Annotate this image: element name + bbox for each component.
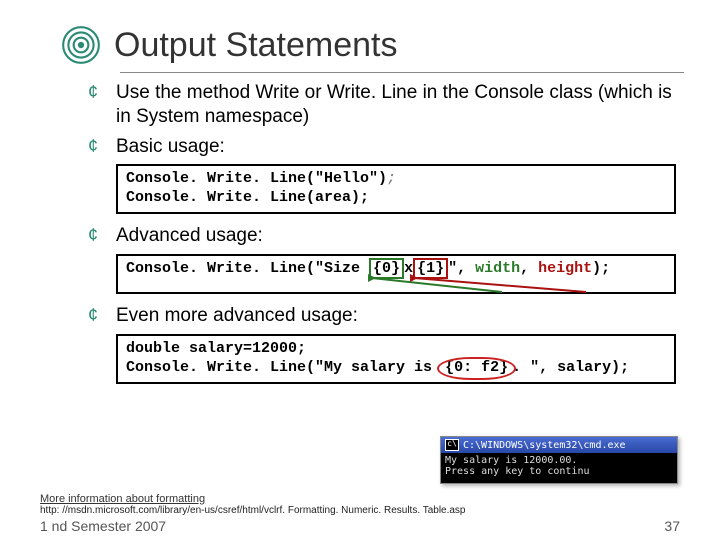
cmd-title: C:\WINDOWS\system32\cmd.exe xyxy=(463,440,626,451)
code-text: Console. Write. Line( xyxy=(126,260,315,277)
bullet-3: Advanced usage: xyxy=(88,224,684,248)
arg-width: width xyxy=(475,260,520,277)
code-text: " xyxy=(448,260,457,277)
slide: Output Statements Use the method Write o… xyxy=(0,0,720,540)
cmd-output: My salary is 12000.00. Press any key to … xyxy=(441,453,677,483)
title-row: Output Statements xyxy=(60,24,684,66)
swirl-icon xyxy=(60,24,102,66)
more-info-url: http: //msdn.microsoft.com/library/en-us… xyxy=(40,505,680,516)
bullet-list: Advanced usage: xyxy=(88,224,684,248)
code-text: , xyxy=(520,260,538,277)
title-underline xyxy=(120,72,684,73)
code-advanced: Console. Write. Line("Size {0}x{1}", wid… xyxy=(116,254,676,295)
cmd-titlebar: c\ C:\WINDOWS\system32\cmd.exe xyxy=(441,437,677,453)
semester-label: 1 nd Semester 2007 xyxy=(40,518,166,534)
code-text: Console. Write. Line("My salary is xyxy=(126,359,441,376)
code-text: Console. Write. Line("Hello") xyxy=(126,170,387,187)
code-text: x xyxy=(404,260,413,277)
placeholder-0: {0} xyxy=(369,258,404,279)
code-basic: Console. Write. Line("Hello"); Console. … xyxy=(116,164,676,214)
arg-height: height xyxy=(538,260,592,277)
format-spec-oval: {0: f2} xyxy=(441,359,512,378)
format-spec: {0: f2} xyxy=(445,359,508,376)
code-text: Console. Write. Line(area); xyxy=(126,189,666,208)
bullet-4: Even more advanced usage: xyxy=(88,304,684,328)
cmd-icon: c\ xyxy=(445,439,459,451)
code-text: "Size xyxy=(315,260,369,277)
code-text: . ", salary); xyxy=(512,359,629,376)
more-info-link[interactable]: More information about formatting xyxy=(40,493,680,505)
code-more-advanced: double salary=12000; Console. Write. Lin… xyxy=(116,334,676,384)
code-text: , xyxy=(457,260,475,277)
bullet-1: Use the method Write or Write. Line in t… xyxy=(88,81,684,129)
cmd-window: c\ C:\WINDOWS\system32\cmd.exe My salary… xyxy=(440,436,678,484)
bullet-list: Even more advanced usage: xyxy=(88,304,684,328)
slide-title: Output Statements xyxy=(114,26,398,65)
bullet-list: Use the method Write or Write. Line in t… xyxy=(88,81,684,158)
code-text: ; xyxy=(387,170,396,187)
footer: More information about formatting http: … xyxy=(40,493,680,534)
page-number: 37 xyxy=(664,518,680,534)
bullet-2: Basic usage: xyxy=(88,135,684,159)
code-text: ); xyxy=(592,260,610,277)
code-text: double salary=12000; xyxy=(126,340,666,359)
placeholder-1: {1} xyxy=(413,258,448,279)
